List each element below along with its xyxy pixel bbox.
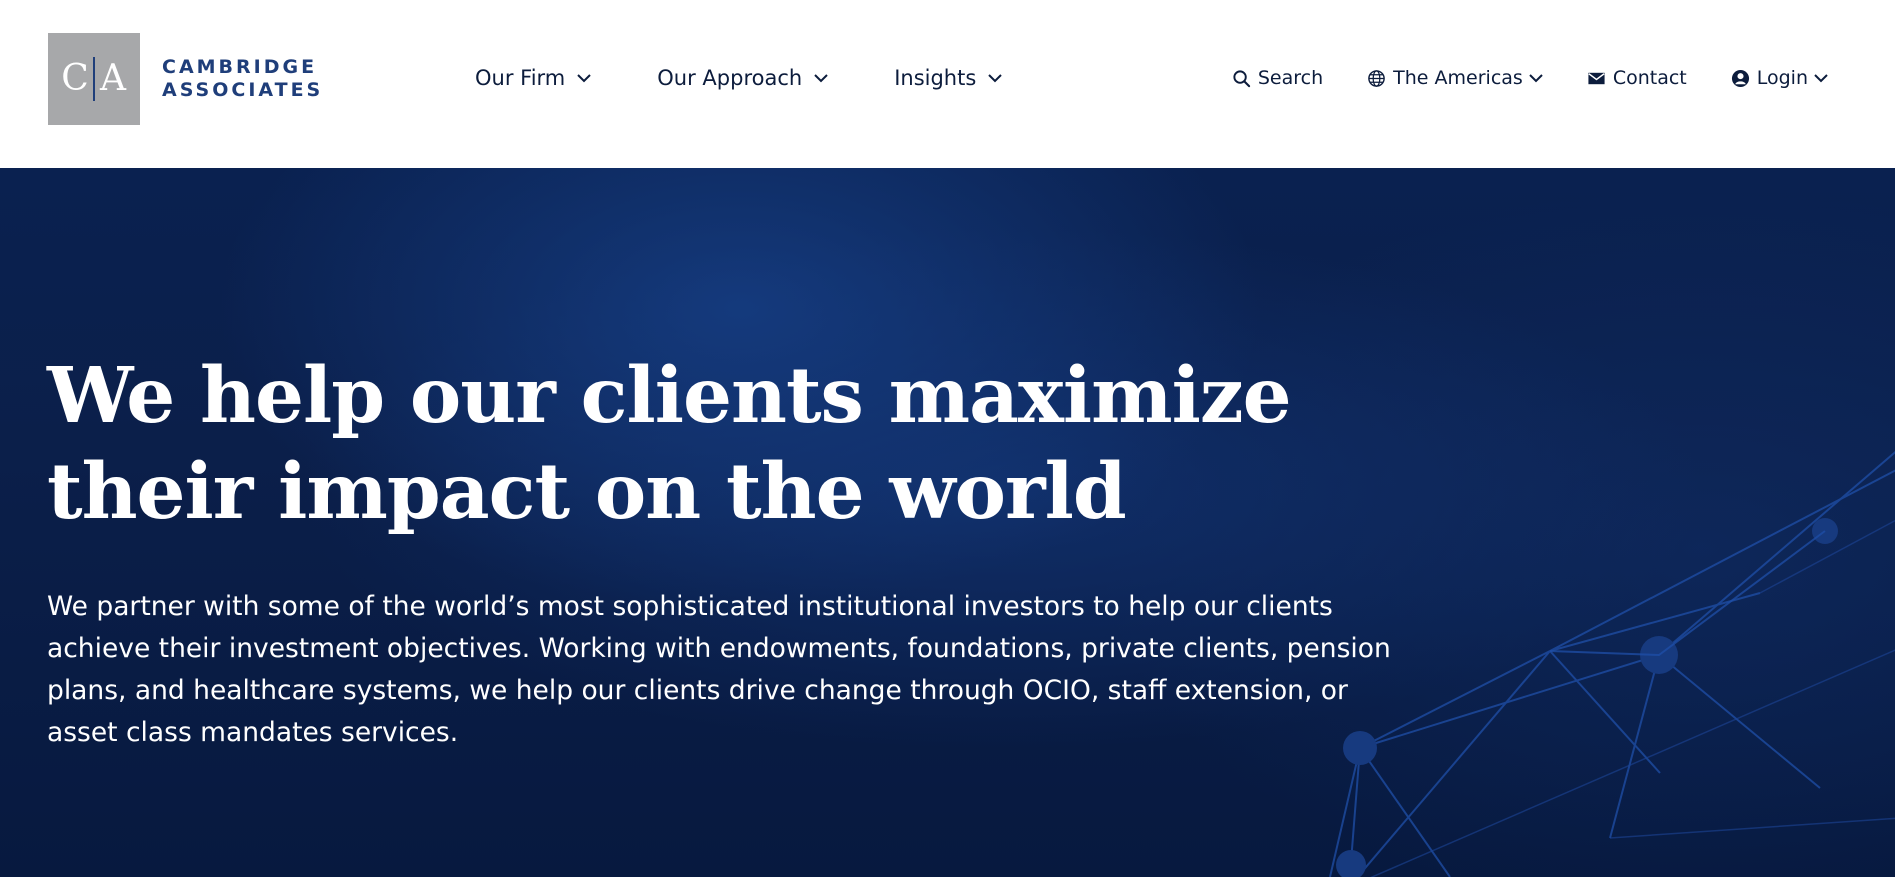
logo-mark: C A: [48, 33, 140, 125]
brand-logo[interactable]: C A CAMBRIDGE ASSOCIATES: [48, 33, 323, 125]
hero-description: We partner with some of the world’s most…: [47, 591, 1391, 748]
globe-icon: [1368, 69, 1385, 87]
logo-wordmark-line2: ASSOCIATES: [162, 79, 324, 101]
chevron-down-icon: [814, 74, 828, 83]
chevron-down-icon: [1814, 74, 1828, 83]
envelope-icon: [1588, 72, 1605, 84]
hero-title-line2: their impact on the world: [47, 447, 1127, 537]
nav-item-label: Insights: [894, 66, 977, 90]
search-button[interactable]: Search: [1232, 64, 1323, 92]
hero-title-line1: We help our clients maximize: [47, 351, 1292, 441]
nav-item-our-firm[interactable]: Our Firm: [475, 64, 591, 92]
chevron-down-icon: [1529, 74, 1543, 83]
login-label: Login: [1756, 67, 1808, 89]
nav-item-label: Our Approach: [657, 66, 803, 90]
main-nav: Our Firm Our Approach Insights: [475, 64, 1068, 92]
contact-link[interactable]: Contact: [1587, 64, 1687, 92]
login-menu[interactable]: Login: [1731, 64, 1828, 92]
utility-nav: Search The Americas Contact Login: [1232, 64, 1828, 92]
contact-label: Contact: [1612, 67, 1687, 89]
region-label: The Americas: [1393, 67, 1523, 89]
search-label: Search: [1257, 67, 1324, 89]
logo-wordmark-line1: CAMBRIDGE: [162, 56, 318, 78]
nav-item-our-approach[interactable]: Our Approach: [657, 64, 828, 92]
site-header: C A CAMBRIDGE ASSOCIATES Our Firm Our Ap…: [0, 0, 1895, 168]
logo-divider: [93, 57, 95, 101]
hero-title: We help our clients maximize their impac…: [47, 348, 1367, 540]
nav-item-insights[interactable]: Insights: [894, 64, 1002, 92]
hero-section: We help our clients maximize their impac…: [0, 168, 1895, 877]
chevron-down-icon: [988, 74, 1002, 83]
chevron-down-icon: [577, 74, 591, 83]
user-icon: [1731, 69, 1749, 87]
logo-letter-a: A: [100, 58, 126, 99]
logo-wordmark: CAMBRIDGE ASSOCIATES: [162, 56, 323, 102]
search-icon: [1233, 69, 1251, 87]
region-selector[interactable]: The Americas: [1367, 64, 1543, 92]
nav-item-label: Our Firm: [475, 66, 566, 90]
logo-letter-c: C: [61, 58, 89, 99]
